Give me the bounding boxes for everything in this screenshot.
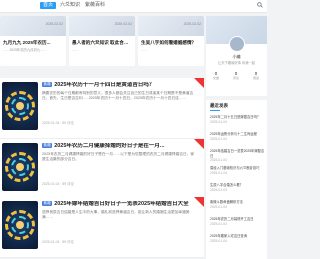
category-badge[interactable]: 紫薇 bbox=[42, 201, 53, 206]
featured-cards: 2025-02-02 九月九九 2025年农历... ……2025年农历九月初九… bbox=[0, 16, 204, 66]
post-thumbnail[interactable] bbox=[2, 143, 38, 191]
featured-card[interactable]: 2025-02-02 九月九九 2025年农历... ……2025年农历九月初九… bbox=[0, 16, 66, 66]
recent-post-link[interactable]: 紫微斗数命盘解析方法 2025-01-04 bbox=[210, 200, 265, 209]
recent-post-title[interactable]: 2025年结婚吉日一览表2025年嫁娶吉日 bbox=[210, 149, 265, 158]
post-title[interactable]: 紫薇 2025年嫁年结婚吉日好日子一览表2025年结婚吉日大全 bbox=[42, 201, 192, 208]
post-item[interactable]: 紫薇 2025年农历十一月十四日是黄道吉日吗？ 摘要农历的每个日期都有特别的意义，… bbox=[0, 78, 204, 139]
card-title[interactable]: 生吴八字如何看婚姻感情？ bbox=[141, 40, 201, 46]
card-title[interactable]: 九月九九 2025年农历... bbox=[3, 40, 63, 46]
post-thumbnail[interactable] bbox=[2, 201, 38, 249]
recent-post-link[interactable]: 易经入门基础知识与六爻断卦技巧 2025-01-04 bbox=[210, 166, 265, 175]
tab-ziwei[interactable]: 紫薇百科 bbox=[85, 2, 105, 9]
post-title[interactable]: 紫薇 2025年农历十一月十四日是黄道吉日吗？ bbox=[42, 82, 192, 89]
featured-card[interactable]: 2025-02-02 生吴八字如何看婚姻感情？ …… bbox=[138, 16, 204, 66]
post-title-text[interactable]: 2025年农历十一月十四日是黄道吉日吗？ bbox=[54, 82, 154, 88]
stat-label: 文章 bbox=[212, 76, 219, 80]
card-date: 2025-02-02 bbox=[45, 22, 63, 26]
stat-articles: 0 文章 bbox=[206, 71, 226, 80]
recent-post-link[interactable]: 2025年二月十五日是嫁娶吉日吗？ 2025-01-04 bbox=[210, 115, 265, 124]
recent-post-date: 2025-01-04 bbox=[210, 136, 227, 141]
post-item[interactable]: 紫薇 2025年嫁年结婚吉日好日子一览表2025年结婚吉日大全 选择良辰吉日结婚是… bbox=[0, 197, 204, 258]
recent-post-date: 2025-01-04 bbox=[210, 187, 227, 192]
heading-underline bbox=[210, 110, 220, 111]
card-date: 2025-02-02 bbox=[183, 22, 201, 26]
recent-post-link[interactable]: 2025年运势分析与十二生肖运程 2025-01-04 bbox=[210, 132, 265, 141]
recent-post-link[interactable]: 2025年农历二月装修开工吉日 2025-01-04 bbox=[210, 217, 265, 226]
recent-post-link[interactable]: 2025年搬家入宅吉日查询 2025-01-04 bbox=[210, 234, 265, 243]
post-title[interactable]: 紫薇 2025年农历二月健康择婚的好日子是在一月... bbox=[42, 143, 192, 150]
widget-heading: 最近发表 bbox=[210, 103, 228, 108]
recent-post-title[interactable]: 易经入门基础知识与六爻断卦技巧 bbox=[210, 166, 265, 171]
top-navbar: 首页 六爻知识 紫薇百科 bbox=[0, 0, 267, 13]
featured-card[interactable]: 2025-02-02 愚人者的六爻知识 取此合神财运 …… bbox=[69, 16, 135, 66]
post-meta: 2025-01-04 · 89 评论 bbox=[42, 182, 74, 186]
avatar[interactable] bbox=[229, 36, 245, 52]
recent-post-date: 2025-01-04 bbox=[210, 119, 227, 124]
recent-posts-widget: 最近发表 2025年二月十五日是嫁娶吉日吗？ 2025-01-04 2025年运势… bbox=[206, 100, 267, 259]
post-title-text[interactable]: 2025年嫁年结婚吉日好日子一览表2025年结婚吉日大全 bbox=[54, 201, 188, 207]
tab-liuyao[interactable]: 六爻知识 bbox=[60, 2, 80, 9]
card-image bbox=[138, 16, 204, 36]
search-icon[interactable] bbox=[257, 2, 263, 8]
recent-post-link[interactable]: 2025年结婚吉日一览表2025年嫁娶吉日 2025-01-04 bbox=[210, 149, 265, 163]
post-excerpt: 选择良辰吉日结婚是人生中的大事，婚礼前选择黄道吉日，能让新人的婚姻生活更加幸福美… bbox=[42, 210, 190, 220]
stat-views: 0 阅读 bbox=[246, 71, 266, 80]
recent-post-date: 2025-01-04 bbox=[210, 238, 227, 243]
recent-post-link[interactable]: 生辰八字合婚怎么看？ 2025-01-04 bbox=[210, 183, 265, 192]
card-image bbox=[0, 16, 66, 36]
recent-post-date: 2025-01-04 bbox=[210, 158, 227, 162]
profile-card: 小编 让天下姻缘好事 你我一起 0 文章 0 评论 0 阅读 bbox=[206, 16, 267, 96]
post-item[interactable]: 紫薇 2025年农历二月健康择婚的好日子是在一月... 2025年农历二月健康择婚… bbox=[0, 139, 204, 200]
card-excerpt: …… bbox=[72, 48, 79, 52]
recent-post-date: 2025-01-04 bbox=[210, 170, 227, 175]
post-thumbnail[interactable] bbox=[2, 82, 38, 130]
stat-label: 阅读 bbox=[252, 76, 259, 80]
hot-ribbon-icon bbox=[194, 78, 204, 88]
hot-ribbon-icon bbox=[194, 197, 204, 207]
post-meta: 2025-01-04 · 89 评论 bbox=[42, 121, 74, 125]
recent-post-date: 2025-01-04 bbox=[210, 204, 227, 209]
card-date: 2025-02-02 bbox=[114, 22, 132, 26]
card-image bbox=[69, 16, 135, 36]
recent-post-title[interactable]: 2025年运势分析与十二生肖运程 bbox=[210, 132, 265, 137]
post-title-text[interactable]: 2025年农历二月健康择婚的好日子是在一月... bbox=[54, 143, 164, 149]
card-excerpt: ……2025年农历九月初九…… bbox=[3, 48, 47, 52]
post-excerpt: 2025年农历二月健康择婚的好日子是在一月……以下是为您整理的农历二月健康择婚吉… bbox=[42, 152, 195, 162]
recent-post-title[interactable]: 2025年二月十五日是嫁娶吉日吗？ bbox=[210, 115, 265, 120]
post-meta: 2025-01-04 · 89 评论 bbox=[42, 240, 74, 244]
category-badge[interactable]: 紫薇 bbox=[42, 82, 53, 87]
stat-label: 评论 bbox=[232, 76, 239, 80]
post-excerpt: 摘要农历的每个日期都有特别的意义，很多人都会关注自己的生日或者某个日期是不是黄道… bbox=[42, 91, 194, 101]
card-title[interactable]: 愚人者的六爻知识 取此合神财运 bbox=[72, 40, 132, 46]
profile-description: 让天下姻缘好事 你我一起 bbox=[217, 61, 256, 65]
card-excerpt: …… bbox=[141, 48, 148, 52]
hot-ribbon-icon bbox=[194, 139, 204, 149]
stat-comments: 0 评论 bbox=[226, 71, 246, 80]
recent-post-date: 2025-01-04 bbox=[210, 221, 227, 226]
category-badge[interactable]: 紫薇 bbox=[42, 143, 53, 148]
tab-home[interactable]: 首页 bbox=[40, 2, 57, 9]
